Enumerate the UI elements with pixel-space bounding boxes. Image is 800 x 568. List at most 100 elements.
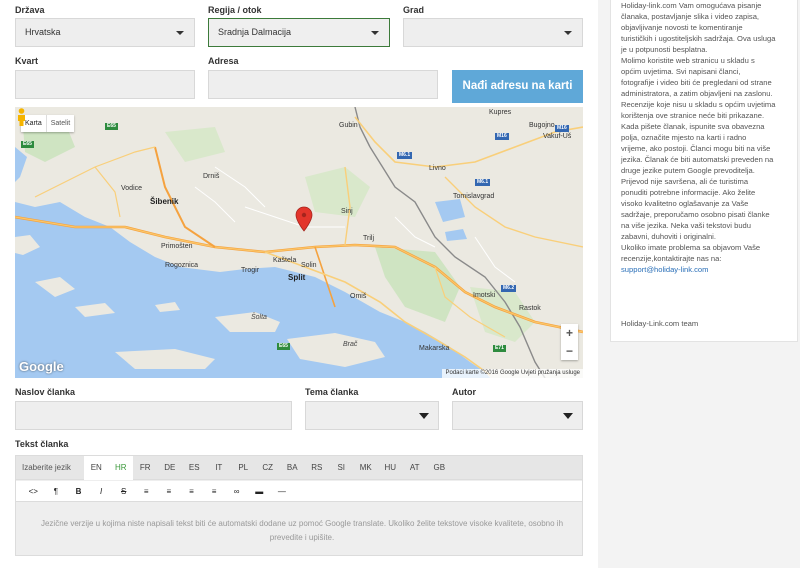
map-label-rastok: Rastok (519, 305, 541, 312)
chevron-down-icon (564, 31, 572, 35)
sidebar-info-text: Holiday-link.com Vam omogućava pisanje č… (621, 0, 791, 275)
map-attribution[interactable]: Podaci karte ©2016 Google Uvjeti pružanj… (442, 369, 583, 378)
sidebar-info-panel: Holiday-link.com Vam omogućava pisanje č… (610, 0, 798, 342)
main-content: Država Hrvatska Regija / otok Sradnja Da… (0, 0, 598, 568)
map-label-kupres: Kupres (489, 109, 512, 116)
language-tab-mk[interactable]: MK (354, 456, 379, 480)
map-type-control: Karta Satelit (21, 115, 75, 132)
strikethrough-icon[interactable]: S (112, 487, 135, 496)
address-label: Adresa (208, 56, 239, 66)
map-label-vakuf: Vakuf-Uš (543, 133, 572, 140)
article-title-input[interactable] (15, 401, 292, 430)
language-tab-ba[interactable]: BA (280, 456, 305, 480)
language-tab-en[interactable]: EN (84, 456, 109, 480)
map-label-sibenik: Šibenik (150, 197, 179, 206)
article-theme-select[interactable] (305, 401, 439, 430)
city-select[interactable] (403, 18, 583, 47)
map-label-drnis: Drniš (203, 173, 220, 180)
sidebar-description: Holiday-link.com Vam omogućava pisanje č… (621, 1, 776, 263)
map-label-makarska: Makarska (419, 345, 450, 352)
article-text-label: Tekst članka (15, 439, 69, 449)
language-bar: Izaberite jezik EN HR FR DE ES IT PL CZ BA RS SI MK… (16, 456, 582, 480)
language-tab-pl[interactable]: PL (231, 456, 256, 480)
map-label-tomislavgrad: Tomislavgrad (453, 193, 495, 200)
language-tab-es[interactable]: ES (182, 456, 207, 480)
road-sign-m61: M6.1 (397, 152, 413, 159)
road-sign-e65: E65 (105, 123, 118, 130)
district-label: Kvart (15, 56, 39, 66)
map-label-primosten: Primošten (161, 243, 193, 250)
country-select[interactable]: Hrvatska (15, 18, 195, 47)
code-view-icon[interactable]: <> (22, 487, 45, 496)
outdent-icon[interactable]: ≡ (180, 487, 203, 496)
link-icon[interactable]: ∞ (225, 487, 248, 496)
language-tab-rs[interactable]: RS (305, 456, 330, 480)
indent-icon[interactable]: ≡ (203, 487, 226, 496)
road-sign-m62: M6.2 (501, 285, 517, 292)
zoom-in-button[interactable]: + (561, 324, 578, 342)
triangle-down-icon (563, 413, 573, 419)
map-type-satellite-button[interactable]: Satelit (45, 115, 74, 132)
country-label: Država (15, 5, 45, 15)
paragraph-icon[interactable]: ¶ (45, 487, 68, 496)
language-tab-hr[interactable]: HR (108, 456, 133, 480)
zoom-control: + − (561, 324, 578, 360)
sidebar-team-signature: Holiday-Link.com team (621, 319, 699, 328)
map-label-split: Split (288, 273, 306, 282)
google-logo: Google (19, 359, 64, 374)
chevron-down-icon (371, 31, 379, 35)
map-canvas (15, 107, 583, 378)
region-label: Regija / otok (208, 5, 262, 15)
find-address-button[interactable]: Nađi adresu na karti (452, 70, 583, 103)
article-title-label: Naslov članka (15, 387, 76, 397)
editor-textarea[interactable]: Jezične verzije u kojima niste napisali … (32, 517, 572, 545)
language-bar-label: Izaberite jezik (22, 463, 71, 472)
district-input[interactable] (15, 70, 195, 99)
language-tab-fr[interactable]: FR (133, 456, 158, 480)
article-theme-label: Tema članka (305, 387, 359, 397)
city-label: Grad (403, 5, 425, 15)
author-label: Autor (452, 387, 476, 397)
region-value: Sradnja Dalmacija (218, 27, 292, 37)
language-tab-at[interactable]: AT (403, 456, 428, 480)
road-sign-e65: E65 (277, 343, 290, 350)
author-select[interactable] (452, 401, 583, 430)
map-label-gubin: Gubin (339, 122, 358, 129)
map-label-livno: Livno (429, 165, 446, 172)
map-label-rogoznica: Rogoznica (165, 262, 199, 269)
language-tab-it[interactable]: IT (207, 456, 232, 480)
list-ordered-icon[interactable]: ≡ (158, 487, 181, 496)
map-label-trogir: Trogir (241, 267, 260, 274)
map-label-imotski: Imotski (473, 292, 496, 299)
triangle-down-icon (419, 413, 429, 419)
article-editor: Izaberite jezik EN HR FR DE ES IT PL CZ BA RS SI MK… (15, 455, 583, 556)
horizontal-rule-icon[interactable]: — (271, 487, 294, 496)
road-sign-m61: M6.1 (475, 179, 491, 186)
language-tab-hu[interactable]: HU (378, 456, 403, 480)
map-label-bugojno: Bugojno (529, 122, 555, 129)
road-sign-m16: M16 (495, 133, 509, 140)
support-email-link[interactable]: support@holiday-link.com (621, 265, 708, 274)
map-label-trilj: Trilj (363, 235, 375, 242)
map-label-brac: Brač (343, 341, 358, 348)
country-value: Hrvatska (25, 27, 61, 37)
italic-icon[interactable]: I (90, 487, 113, 496)
language-tabs: EN HR FR DE ES IT PL CZ BA RS SI MK HU AT GB (84, 456, 452, 480)
road-sign-e71: E71 (493, 345, 506, 352)
street-view-pegman-icon[interactable] (15, 107, 28, 127)
address-input[interactable] (208, 70, 438, 99)
language-tab-cz[interactable]: CZ (256, 456, 281, 480)
road-sign-e65: E65 (21, 141, 34, 148)
align-icon[interactable]: ▬ (248, 487, 271, 496)
language-tab-de[interactable]: DE (158, 456, 183, 480)
editor-toolbar: <> ¶ B I S ≡ ≡ ≡ ≡ ∞ ▬ — (16, 481, 582, 502)
bold-icon[interactable]: B (67, 487, 90, 496)
list-unordered-icon[interactable]: ≡ (135, 487, 158, 496)
region-select[interactable]: Sradnja Dalmacija (208, 18, 390, 47)
language-tab-gb[interactable]: GB (427, 456, 452, 480)
zoom-out-button[interactable]: − (561, 342, 578, 360)
map[interactable]: Gubin Kupres Bugojno Vakuf-Uš Livno Tomi… (15, 107, 583, 378)
map-label-sinj: Sinj (341, 208, 353, 215)
language-tab-si[interactable]: SI (329, 456, 354, 480)
map-label-solin: Solin (301, 262, 317, 269)
